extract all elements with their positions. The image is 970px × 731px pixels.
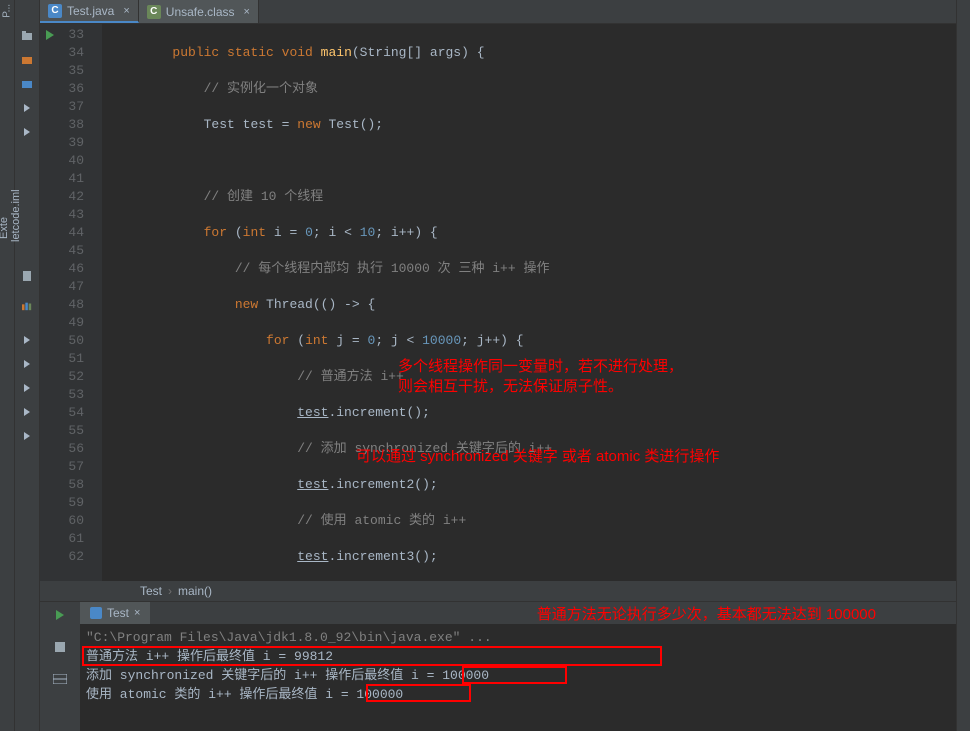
line-num: 47	[40, 278, 102, 296]
console-line: 使用 atomic 类的 i++ 操作后最终值 i = 100000	[86, 685, 950, 704]
tri-icon-4[interactable]	[15, 352, 39, 376]
external-label: Exte	[0, 217, 10, 239]
tri-icon-5[interactable]	[15, 376, 39, 400]
line-num: 40	[40, 152, 102, 170]
line-num: 42	[40, 188, 102, 206]
console-output[interactable]: "C:\Program Files\Java\jdk1.8.0_92\bin\j…	[80, 624, 956, 731]
console-line: 普通方法 i++ 操作后最终值 i = 99812	[86, 647, 950, 666]
line-num: 38	[40, 116, 102, 134]
console-body: Test × 普通方法无论执行多少次，基本都无法达到 100000 "C:\Pr…	[80, 602, 956, 731]
close-icon[interactable]: ×	[134, 607, 140, 619]
line-num: 43	[40, 206, 102, 224]
project-file-label: letcode.iml	[10, 189, 22, 242]
line-num: 56	[40, 440, 102, 458]
line-num: 39	[40, 134, 102, 152]
class-icon: C	[48, 4, 62, 18]
breadcrumb-method[interactable]: main()	[178, 584, 212, 598]
line-num: 36	[40, 80, 102, 98]
tri-icon-2[interactable]	[15, 120, 39, 144]
line-num: 49	[40, 314, 102, 332]
close-icon[interactable]: ×	[244, 6, 250, 18]
editor[interactable]: 33 34 35 36 37 38 39 40 41 42 43 44 45 4…	[40, 24, 956, 581]
line-num: 33	[40, 26, 102, 44]
rerun-icon[interactable]	[51, 606, 69, 624]
folder-icon-1[interactable]	[15, 24, 39, 48]
main-area: C Test.java × C Unsafe.class × 33 34 35 …	[40, 0, 956, 731]
line-num: 55	[40, 422, 102, 440]
line-num: 51	[40, 350, 102, 368]
layout-icon[interactable]	[51, 670, 69, 688]
line-num: 34	[40, 44, 102, 62]
console-tabs: Test × 普通方法无论执行多少次，基本都无法达到 100000	[80, 602, 956, 624]
run-config-icon	[90, 607, 102, 619]
line-num: 60	[40, 512, 102, 530]
line-num: 62	[40, 548, 102, 566]
annotation-4: 普通方法无论执行多少次，基本都无法达到 100000	[537, 603, 876, 624]
file-indicator[interactable]	[15, 264, 39, 288]
tri-icon-3[interactable]	[15, 328, 39, 352]
tri-icon-7[interactable]	[15, 424, 39, 448]
console-toolbar	[40, 602, 80, 731]
line-num: 57	[40, 458, 102, 476]
line-num: 41	[40, 170, 102, 188]
console-tab-test[interactable]: Test ×	[80, 602, 150, 624]
left-label-p: P...	[0, 0, 14, 22]
gutter: 33 34 35 36 37 38 39 40 41 42 43 44 45 4…	[40, 24, 102, 581]
line-num: 53	[40, 386, 102, 404]
tab-label: Unsafe.class	[166, 5, 235, 19]
folder-icon-3[interactable]	[15, 72, 39, 96]
tab-label: Test.java	[67, 4, 114, 18]
folder-icon-2[interactable]	[15, 48, 39, 72]
class-icon: C	[147, 5, 161, 19]
tri-icon-1[interactable]	[15, 96, 39, 120]
line-num: 37	[40, 98, 102, 116]
tab-unsafe-class[interactable]: C Unsafe.class ×	[139, 0, 259, 23]
chevron-right-icon: ›	[168, 584, 172, 598]
breadcrumb-class[interactable]: Test	[140, 584, 162, 598]
tri-icon-6[interactable]	[15, 400, 39, 424]
line-num: 52	[40, 368, 102, 386]
editor-tabs: C Test.java × C Unsafe.class ×	[40, 0, 956, 24]
code-area[interactable]: public static void main(String[] args) {…	[102, 24, 956, 581]
run-icon[interactable]	[46, 30, 54, 40]
console-area: Test × 普通方法无论执行多少次，基本都无法达到 100000 "C:\Pr…	[40, 601, 956, 731]
console-tab-label: Test	[107, 606, 129, 620]
close-icon[interactable]: ×	[123, 5, 129, 17]
line-num: 46	[40, 260, 102, 278]
right-gutter	[956, 0, 970, 731]
line-num: 50	[40, 332, 102, 350]
line-num: 59	[40, 494, 102, 512]
console-line: 添加 synchronized 关键字后的 i++ 操作后最终值 i = 100…	[86, 666, 950, 685]
tool-sidebar: letcode.iml Exte	[15, 0, 40, 731]
line-num: 61	[40, 530, 102, 548]
lib-icon[interactable]	[15, 294, 39, 318]
line-num: 45	[40, 242, 102, 260]
line-num: 54	[40, 404, 102, 422]
line-num: 58	[40, 476, 102, 494]
line-num: 35	[40, 62, 102, 80]
line-num: 48	[40, 296, 102, 314]
stop-icon[interactable]	[51, 638, 69, 656]
breadcrumb: Test › main()	[40, 581, 956, 601]
tab-test-java[interactable]: C Test.java ×	[40, 0, 139, 23]
console-line: "C:\Program Files\Java\jdk1.8.0_92\bin\j…	[86, 628, 950, 647]
line-num: 44	[40, 224, 102, 242]
left-gutter: P...	[0, 0, 15, 731]
